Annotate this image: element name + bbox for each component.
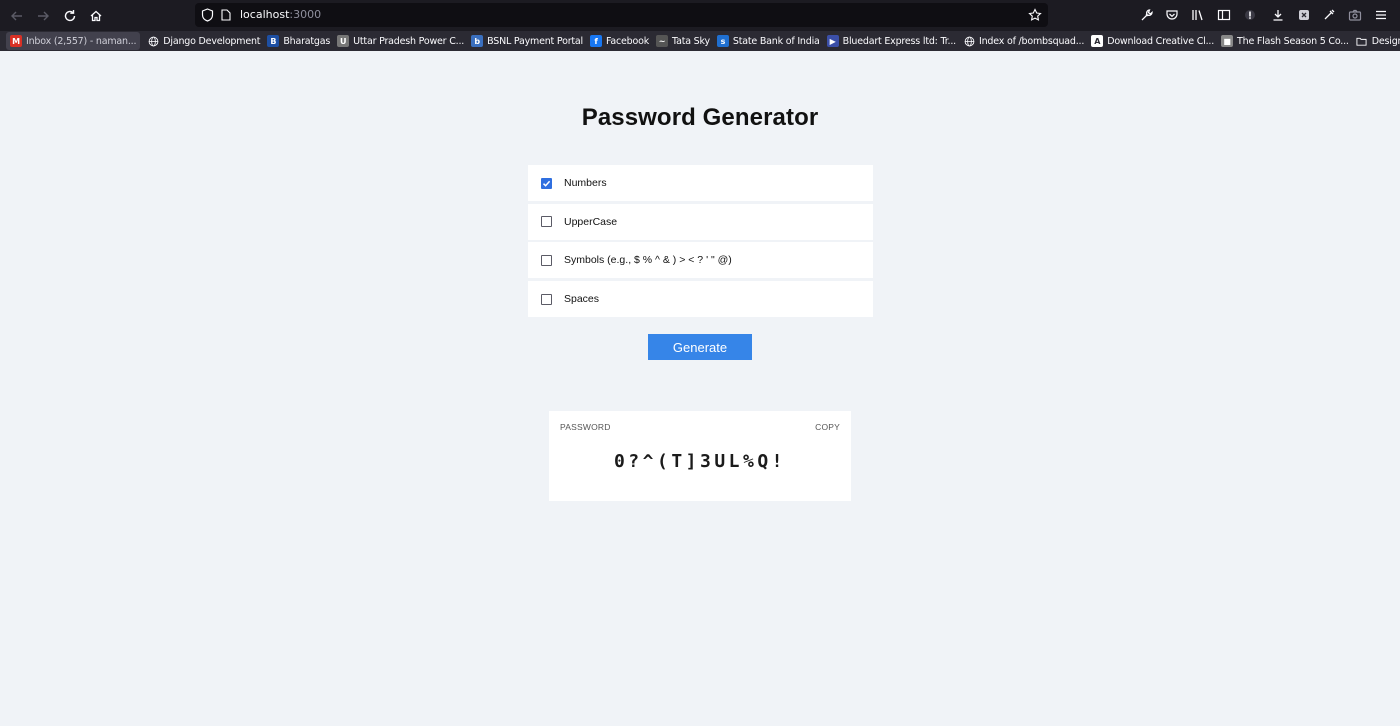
- check-icon: [542, 180, 551, 187]
- bookmark-label: Designing: [1371, 35, 1400, 47]
- bookmark-label: State Bank of India: [732, 35, 820, 47]
- shield-icon[interactable]: [201, 8, 214, 22]
- library-icon: [1192, 10, 1203, 21]
- reload-button[interactable]: [60, 6, 80, 26]
- option-label: Numbers: [564, 177, 607, 189]
- hamburger-menu-icon: [1376, 10, 1386, 20]
- bookmark-label: Facebook: [606, 35, 650, 47]
- bookmark-label: Django Development: [163, 35, 261, 47]
- bluedart-icon: ▶: [826, 35, 839, 47]
- camera-icon: [1348, 9, 1362, 21]
- menu-button[interactable]: [1373, 7, 1389, 23]
- extension-square-icon: [1299, 10, 1309, 20]
- globe-icon: [147, 35, 159, 47]
- uppcl-icon: U: [337, 35, 350, 47]
- password-output: 0?^(T]3UL%Q!: [613, 451, 787, 472]
- uppercase-checkbox[interactable]: [541, 216, 552, 228]
- bharatgas-icon: B: [267, 35, 280, 47]
- bookmark-item[interactable]: ~ Tata Sky: [656, 32, 710, 50]
- bookmark-item[interactable]: M Inbox (2,557) - naman...: [6, 32, 141, 50]
- bookmark-label: Uttar Pradesh Power C...: [353, 35, 465, 47]
- option-numbers[interactable]: Numbers: [528, 165, 873, 201]
- bookmark-item[interactable]: U Uttar Pradesh Power C...: [337, 32, 464, 50]
- browser-toolbar: localhost:3000: [0, 0, 1400, 31]
- symbols-checkbox[interactable]: [541, 254, 552, 266]
- generate-button[interactable]: Generate: [648, 334, 752, 360]
- devtools-button[interactable]: [1139, 7, 1155, 23]
- copy-button[interactable]: COPY: [815, 422, 840, 432]
- pocket-button[interactable]: [1164, 7, 1180, 23]
- option-symbols[interactable]: Symbols (e.g., $ % ^ & ) > < ? ' " @): [528, 242, 873, 279]
- bookmark-label: The Flash Season 5 Co...: [1237, 35, 1349, 47]
- address-bar[interactable]: localhost:3000: [195, 3, 1048, 27]
- bookmark-item[interactable]: A Download Creative Cl...: [1091, 32, 1214, 50]
- spaces-checkbox[interactable]: [541, 293, 552, 305]
- bookmark-item[interactable]: ■ The Flash Season 5 Co...: [1221, 32, 1349, 50]
- reload-icon: [64, 10, 76, 22]
- option-spaces[interactable]: Spaces: [528, 281, 873, 318]
- screenshot-button[interactable]: [1347, 7, 1363, 23]
- downloads-button[interactable]: [1270, 7, 1286, 23]
- bookmark-label: Bluedart Express ltd: Tr...: [842, 35, 957, 47]
- numbers-checkbox[interactable]: [541, 177, 552, 189]
- option-label: UpperCase: [564, 215, 618, 228]
- extension-dot-icon: [1245, 10, 1255, 20]
- pocket-icon: [1166, 10, 1178, 20]
- arrow-right-icon: [38, 11, 49, 21]
- extension-button-2[interactable]: [1296, 7, 1312, 23]
- bookmark-item[interactable]: Index of /bombsquad...: [963, 32, 1084, 50]
- forward-button[interactable]: [33, 6, 53, 26]
- home-icon: [90, 10, 102, 22]
- option-label: Symbols (e.g., $ % ^ & ) > < ? ' " @): [564, 254, 732, 267]
- back-button[interactable]: [7, 6, 27, 26]
- globe-icon: [963, 35, 975, 47]
- sidebar-icon: [1217, 9, 1231, 21]
- library-button[interactable]: [1190, 7, 1206, 23]
- bsnl-icon: b: [471, 35, 484, 47]
- bookmark-item[interactable]: Designing: [1356, 32, 1400, 50]
- bookmark-item[interactable]: ▶ Bluedart Express ltd: Tr...: [826, 32, 957, 50]
- page-title: Password Generator: [581, 104, 819, 131]
- bookmark-label: Download Creative Cl...: [1107, 35, 1215, 47]
- gmail-icon: M: [10, 35, 22, 47]
- bookmark-item[interactable]: b BSNL Payment Portal: [471, 32, 583, 50]
- bookmark-item[interactable]: s State Bank of India: [716, 32, 820, 50]
- bookmark-label: Tata Sky: [672, 35, 710, 47]
- arrow-left-icon: [11, 11, 22, 21]
- bookmark-label: BSNL Payment Portal: [487, 35, 583, 47]
- password-card: PASSWORD COPY 0?^(T]3UL%Q!: [549, 411, 851, 501]
- folder-icon: [1356, 35, 1368, 47]
- page-icon: ■: [1221, 35, 1234, 47]
- home-button[interactable]: [86, 6, 106, 26]
- extension-button[interactable]: [1242, 7, 1258, 23]
- bookmark-item[interactable]: B Bharatgas: [267, 32, 330, 50]
- password-label: PASSWORD: [560, 422, 611, 432]
- wrench-icon: [1141, 9, 1153, 21]
- bookmark-star-icon[interactable]: [1028, 8, 1042, 22]
- bookmark-label: Bharatgas: [283, 35, 331, 47]
- page-info-icon[interactable]: [221, 9, 231, 21]
- sbi-icon: s: [716, 35, 729, 47]
- download-icon: [1273, 10, 1283, 21]
- bookmark-item[interactable]: f Facebook: [590, 32, 649, 50]
- facebook-icon: f: [590, 35, 602, 47]
- option-label: Spaces: [564, 293, 600, 306]
- bookmark-item[interactable]: Django Development: [147, 32, 261, 50]
- eyedropper-icon: [1324, 9, 1335, 20]
- bookmarks-bar: M Inbox (2,557) - naman... Django Developm…: [0, 31, 1400, 51]
- adobe-icon: A: [1091, 35, 1104, 47]
- bookmark-label: Index of /bombsquad...: [979, 35, 1085, 47]
- sidebar-button[interactable]: [1216, 7, 1232, 23]
- bookmark-label: Inbox (2,557) - naman...: [26, 35, 137, 47]
- option-uppercase[interactable]: UpperCase: [528, 203, 873, 240]
- url-text[interactable]: localhost:3000: [240, 8, 321, 21]
- picker-button[interactable]: [1321, 7, 1337, 23]
- options-list: Numbers UpperCase Symbols (e.g., $ % ^ &…: [528, 165, 873, 320]
- tatasky-icon: ~: [656, 35, 669, 47]
